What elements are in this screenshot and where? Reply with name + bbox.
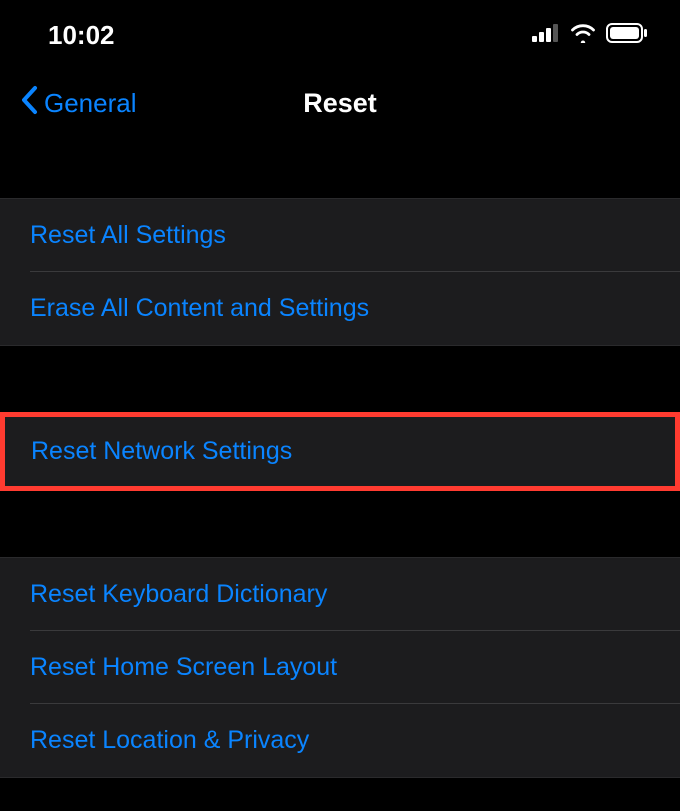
back-button[interactable]: General: [20, 85, 137, 122]
reset-network-settings[interactable]: Reset Network Settings: [5, 417, 675, 486]
reset-all-settings[interactable]: Reset All Settings: [0, 199, 680, 272]
chevron-left-icon: [20, 85, 40, 122]
status-bar: 10:02: [0, 0, 680, 70]
section-gap: [0, 491, 680, 557]
battery-icon: [606, 23, 648, 48]
section-gap: [0, 142, 680, 198]
cellular-signal-icon: [532, 24, 560, 47]
page-title: Reset: [303, 88, 377, 119]
wifi-icon: [570, 23, 596, 48]
reset-home-screen-layout[interactable]: Reset Home Screen Layout: [0, 631, 680, 704]
reset-keyboard-dictionary[interactable]: Reset Keyboard Dictionary: [0, 558, 680, 631]
reset-location-privacy[interactable]: Reset Location & Privacy: [0, 704, 680, 777]
status-icons: [532, 23, 648, 48]
back-label: General: [44, 88, 137, 119]
highlighted-group: Reset Network Settings: [0, 412, 680, 491]
list-group-secondary: Reset Keyboard Dictionary Reset Home Scr…: [0, 557, 680, 778]
list-group-main: Reset All Settings Erase All Content and…: [0, 198, 680, 346]
section-gap: [0, 346, 680, 412]
erase-all-content[interactable]: Erase All Content and Settings: [0, 272, 680, 345]
status-time: 10:02: [48, 20, 115, 51]
navigation-bar: General Reset: [0, 70, 680, 142]
